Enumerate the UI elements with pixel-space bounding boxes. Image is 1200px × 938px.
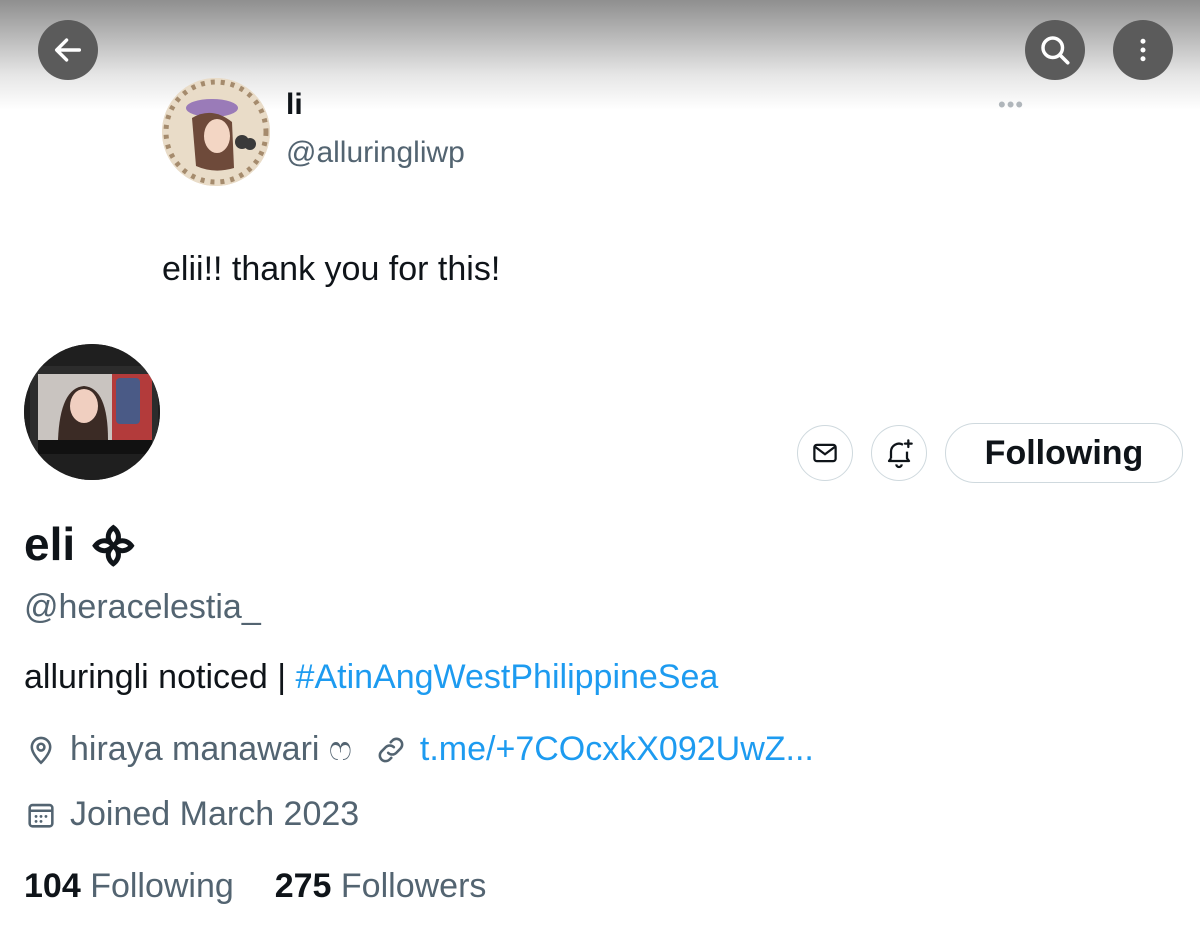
followers-count: 275	[274, 867, 332, 905]
following-label: Following	[90, 867, 234, 905]
envelope-icon	[813, 443, 837, 463]
bell-plus-icon	[887, 439, 913, 469]
profile-website-link[interactable]: t.me/+7COcxkX092UwZ...	[420, 730, 814, 769]
message-button[interactable]	[797, 425, 853, 481]
following-stat[interactable]: 104 Following	[24, 867, 243, 905]
tweet-text: elii!! thank you for this!	[162, 250, 501, 288]
search-button[interactable]	[1025, 20, 1085, 80]
tweet-more-icon[interactable]: •••	[998, 92, 1024, 118]
profile-avatar[interactable]	[24, 344, 160, 480]
arrow-left-icon	[54, 38, 82, 62]
followers-stat[interactable]: 275 Followers	[275, 867, 487, 905]
following-button[interactable]: Following	[945, 423, 1183, 483]
followers-label: Followers	[340, 867, 487, 905]
profile-handle: @heracelestia_	[24, 588, 261, 626]
location-pin-icon	[30, 736, 52, 765]
tweet-author-avatar[interactable]	[162, 78, 270, 186]
bio-text: alluringli noticed |	[24, 658, 296, 696]
profile-location: hiraya manawari ෆ	[70, 730, 352, 768]
profile-stats: 104 Following 275 Followers	[24, 867, 486, 906]
more-options-button[interactable]	[1113, 20, 1173, 80]
tweet-author-name[interactable]: li	[286, 88, 303, 122]
notifications-button[interactable]	[871, 425, 927, 481]
profile-bio: alluringli noticed | #AtinAngWestPhilipp…	[24, 658, 718, 697]
search-icon	[1041, 36, 1070, 65]
calendar-icon	[28, 803, 54, 828]
link-icon	[378, 737, 404, 762]
following-count: 104	[24, 867, 81, 905]
back-button[interactable]	[38, 20, 98, 80]
tweet-author-handle[interactable]: @alluringliwp	[286, 136, 465, 170]
profile-joined-row: Joined March 2023	[24, 795, 359, 834]
profile-joined-date: Joined March 2023	[70, 795, 360, 833]
more-vertical-icon	[1140, 38, 1146, 62]
bio-hashtag-link[interactable]: #AtinAngWestPhilippineSea	[296, 658, 719, 696]
profile-display-name: eli ᯽	[24, 518, 139, 570]
profile-meta-row: hiraya manawari ෆ t.me/+7COcxkX092UwZ...	[24, 730, 814, 769]
